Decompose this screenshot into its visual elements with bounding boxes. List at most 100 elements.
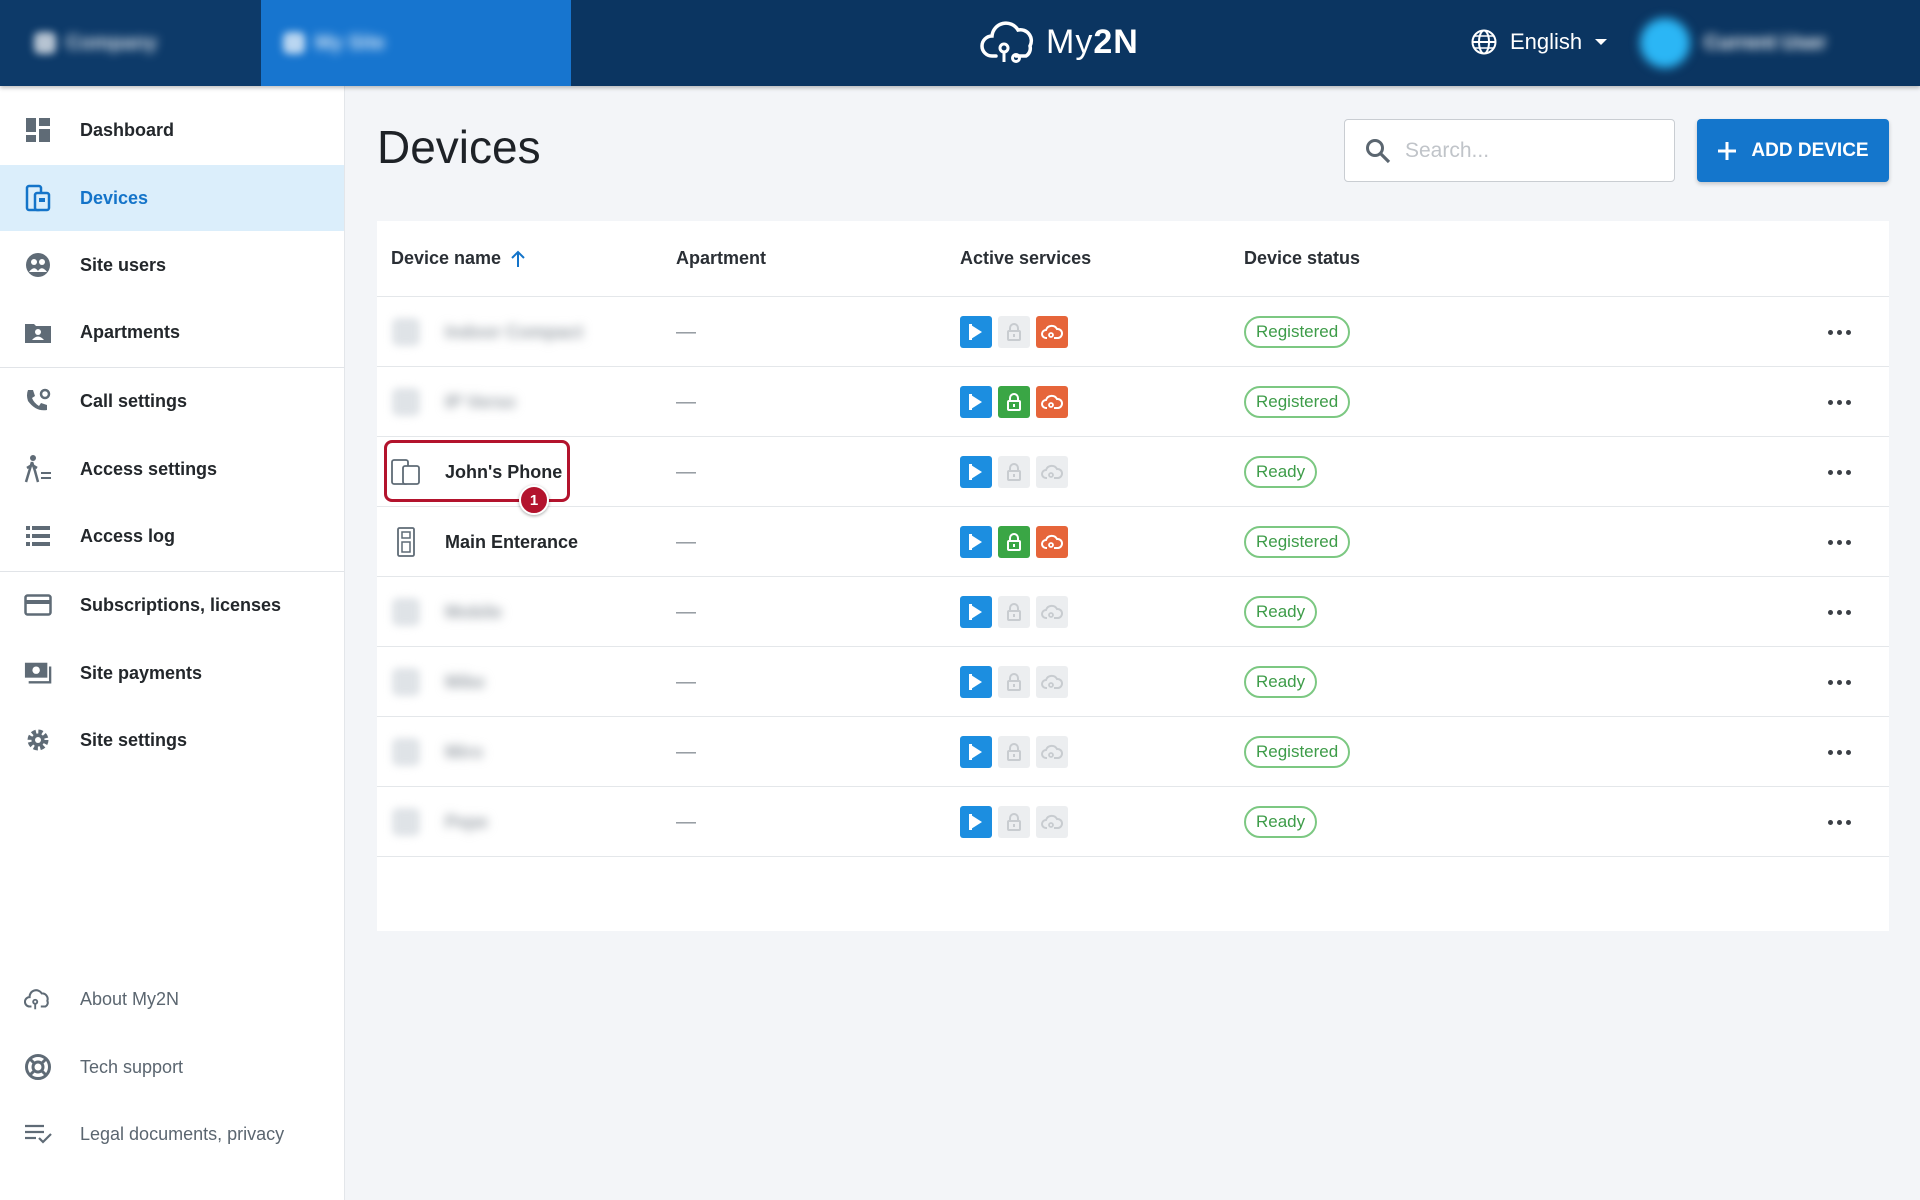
device-name[interactable]: Pepe xyxy=(445,812,488,833)
device-name[interactable]: Indoor Compact xyxy=(445,322,583,343)
more-options-icon[interactable] xyxy=(1828,577,1851,647)
company-selector[interactable]: Company xyxy=(0,0,261,86)
lock-service-icon xyxy=(998,526,1030,558)
sidebar: Dashboard Devices Site users Apartments … xyxy=(0,86,345,1200)
device-status-cell: Registered xyxy=(1244,367,1351,437)
column-header-device-name[interactable]: Device name xyxy=(391,248,525,269)
sidebar-item-access-log[interactable]: Access log xyxy=(0,503,344,569)
call-settings-icon xyxy=(24,387,52,415)
table-row[interactable]: Mobile — Ready xyxy=(377,577,1889,647)
sidebar-item-access-settings[interactable]: Access settings xyxy=(0,436,344,502)
device-name-cell[interactable]: Mobile xyxy=(391,577,502,647)
status-badge: Registered xyxy=(1244,526,1351,558)
sidebar-item-dashboard[interactable]: Dashboard xyxy=(0,97,344,163)
cloud-service-icon xyxy=(1036,736,1068,768)
table-row[interactable]: Miro — Registered xyxy=(377,717,1889,787)
cloud-icon xyxy=(24,985,52,1013)
table-row[interactable]: Mike — Ready xyxy=(377,647,1889,717)
devices-table: Device name Apartment Active services De… xyxy=(377,221,1889,931)
language-selector[interactable]: English xyxy=(1470,22,1608,62)
device-status-cell: Ready xyxy=(1244,577,1318,647)
device-name-cell[interactable]: IP Verso xyxy=(391,367,516,437)
lock-service-icon xyxy=(998,806,1030,838)
device-name[interactable]: Miro xyxy=(445,742,483,763)
sidebar-item-label: Apartments xyxy=(80,321,181,342)
sidebar-item-label: About My2N xyxy=(80,988,180,1009)
table-row[interactable]: Main Enterance — Registered xyxy=(377,507,1889,577)
device-status-cell: Ready xyxy=(1244,787,1318,857)
apartment-cell: — xyxy=(676,460,696,483)
more-options-icon[interactable] xyxy=(1828,367,1851,437)
column-label: Active services xyxy=(960,248,1092,268)
my2n-logo[interactable]: My2N xyxy=(980,16,1139,68)
column-header-active-services[interactable]: Active services xyxy=(960,248,1091,269)
column-header-apartment[interactable]: Apartment xyxy=(676,248,766,269)
dashboard-icon xyxy=(24,116,52,144)
device-name[interactable]: Mobile xyxy=(445,602,502,623)
sidebar-item-label: Site users xyxy=(80,254,167,275)
device-name-cell[interactable]: Pepe xyxy=(391,787,488,857)
sidebar-item-label: Site payments xyxy=(80,662,203,683)
sidebar-item-devices[interactable]: Devices xyxy=(0,165,344,231)
annotation-marker: 1 xyxy=(519,485,549,515)
apartment-cell: — xyxy=(676,740,696,763)
table-row[interactable]: IP Verso — Registered xyxy=(377,367,1889,437)
video-service-icon xyxy=(960,386,992,418)
lock-service-icon xyxy=(998,736,1030,768)
more-options-icon[interactable] xyxy=(1828,647,1851,717)
sidebar-item-subscriptions[interactable]: Subscriptions, licenses xyxy=(0,572,344,638)
device-type-icon xyxy=(391,317,421,347)
top-bar: Company My Site My2N English Current Use… xyxy=(0,0,1920,86)
active-services-cell xyxy=(960,717,1068,787)
sidebar-item-apartments[interactable]: Apartments xyxy=(0,299,344,365)
sidebar-item-tech-support[interactable]: Tech support xyxy=(0,1034,344,1100)
lock-service-icon xyxy=(998,456,1030,488)
cloud-logo-icon xyxy=(980,21,1034,63)
sidebar-item-label: Tech support xyxy=(80,1056,184,1077)
column-header-device-status[interactable]: Device status xyxy=(1244,248,1360,269)
device-status-cell: Registered xyxy=(1244,717,1351,787)
sidebar-item-label: Access settings xyxy=(80,458,218,479)
more-options-icon[interactable] xyxy=(1828,297,1851,367)
sidebar-item-site-users[interactable]: Site users xyxy=(0,232,344,298)
device-name[interactable]: Mike xyxy=(445,672,485,693)
more-options-icon[interactable] xyxy=(1828,787,1851,857)
device-name-cell[interactable]: Indoor Compact xyxy=(391,297,583,367)
column-label: Device name xyxy=(391,248,502,268)
sidebar-item-label: Subscriptions, licenses xyxy=(80,594,282,615)
search-input[interactable] xyxy=(1405,138,1645,163)
table-row[interactable]: John's Phone — Ready xyxy=(377,437,1889,507)
table-row[interactable]: Pepe — Ready xyxy=(377,787,1889,857)
lifebuoy-icon xyxy=(24,1053,52,1081)
sidebar-item-call-settings[interactable]: Call settings xyxy=(0,368,344,434)
more-options-icon[interactable] xyxy=(1828,437,1851,507)
more-options-icon[interactable] xyxy=(1828,717,1851,787)
lock-service-icon xyxy=(998,316,1030,348)
site-selector[interactable]: My Site xyxy=(261,0,571,86)
device-name[interactable]: Main Enterance xyxy=(445,532,578,553)
sidebar-item-site-payments[interactable]: Site payments xyxy=(0,640,344,706)
sidebar-item-about[interactable]: About My2N xyxy=(0,966,344,1032)
search-box[interactable] xyxy=(1344,119,1675,182)
user-menu[interactable]: Current User xyxy=(1640,12,1826,74)
device-name-cell[interactable]: Mike xyxy=(391,647,485,717)
search-icon xyxy=(1366,138,1391,163)
status-badge: Registered xyxy=(1244,386,1351,418)
more-options-icon[interactable] xyxy=(1828,507,1851,577)
video-service-icon xyxy=(960,456,992,488)
device-name[interactable]: IP Verso xyxy=(445,392,516,413)
sidebar-item-label: Call settings xyxy=(80,390,188,411)
video-service-icon xyxy=(960,596,992,628)
active-services-cell xyxy=(960,367,1068,437)
device-name-cell[interactable]: Miro xyxy=(391,717,483,787)
sidebar-item-site-settings[interactable]: Site settings xyxy=(0,707,344,773)
device-type-icon xyxy=(391,597,421,627)
sidebar-item-legal[interactable]: Legal documents, privacy xyxy=(0,1101,344,1167)
access-settings-icon xyxy=(24,455,52,483)
device-name-cell[interactable]: Main Enterance xyxy=(391,507,578,577)
table-row[interactable]: Indoor Compact — Registered xyxy=(377,297,1889,367)
apartment-cell: — xyxy=(676,320,696,343)
language-label: English xyxy=(1510,29,1583,54)
add-device-button[interactable]: ADD DEVICE xyxy=(1697,119,1889,182)
cloud-service-icon xyxy=(1036,596,1068,628)
